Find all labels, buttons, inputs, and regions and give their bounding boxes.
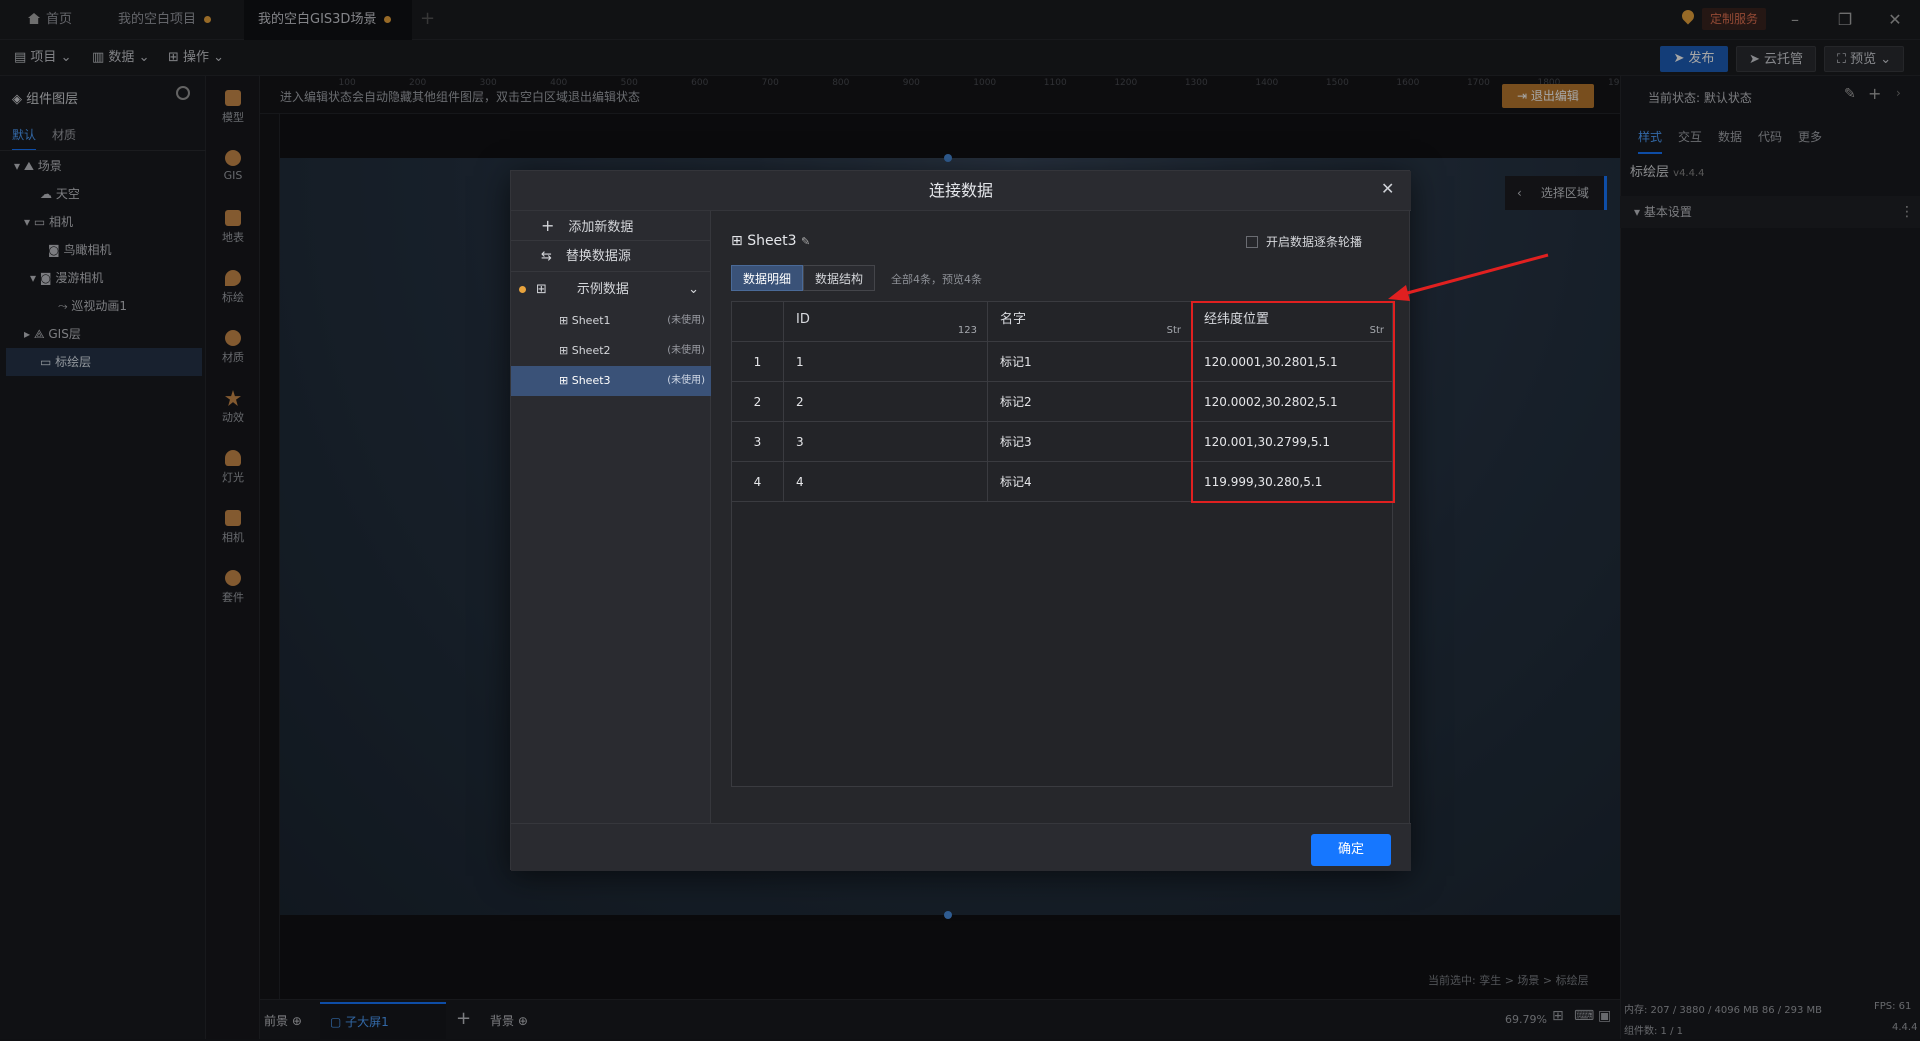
button-label: 替换数据源	[565, 249, 631, 264]
row-index: 3	[732, 422, 784, 462]
button-label: 添加新数据	[568, 220, 634, 235]
replace-data-source-button[interactable]: ⇆ 替换数据源	[511, 242, 711, 272]
confirm-button[interactable]: 确定	[1311, 834, 1391, 866]
dialog-footer	[511, 823, 1411, 871]
swap-icon: ⇆	[541, 249, 552, 264]
data-summary: 全部4条，预览4条	[891, 273, 982, 286]
checkbox[interactable]	[1246, 236, 1258, 248]
table-cell-name: 标记4	[988, 462, 1192, 502]
table-cell-id: 3	[784, 422, 988, 462]
row-index: 2	[732, 382, 784, 422]
table-icon: ⊞	[536, 282, 547, 297]
row-index: 1	[732, 342, 784, 382]
sheet-item[interactable]: ⊞ Sheet1 (未使用)	[511, 306, 711, 336]
column-header-name: 名字 Str	[988, 302, 1192, 342]
tab-data-structure[interactable]: 数据结构	[803, 265, 875, 291]
data-preview-table: ID 123 名字 Str 经纬度位置 Str 1 1 标记1 120.0001,30…	[731, 301, 1395, 787]
table-cell-id: 4	[784, 462, 988, 502]
table-cell-name: 标记2	[988, 382, 1192, 422]
status-dot	[519, 286, 526, 293]
sheet-status: (未使用)	[667, 375, 705, 386]
connect-data-dialog: 连接数据 ✕ + 添加新数据 ⇆ 替换数据源 ⊞ 示例数据 ⌄ ⊞ Sheet1 (未使用…	[510, 170, 1411, 871]
column-name: ID	[796, 312, 810, 327]
plus-icon: +	[541, 216, 555, 235]
table-cell-id: 1	[784, 342, 988, 382]
sheet-item-selected[interactable]: ⊞ Sheet3 (未使用)	[511, 366, 711, 396]
row-index: 4	[732, 462, 784, 502]
arrow-line	[1399, 253, 1549, 297]
table-cell-name: 标记1	[988, 342, 1192, 382]
carousel-toggle[interactable]: 开启数据逐条轮播	[1246, 233, 1362, 250]
table-icon: ⊞	[731, 233, 748, 249]
sheet-title-text: Sheet3	[747, 233, 797, 249]
close-icon[interactable]: ✕	[1381, 179, 1394, 198]
sheet-name: Sheet1	[571, 314, 611, 327]
highlight-box	[1191, 301, 1395, 503]
tab-data-detail[interactable]: 数据明细	[731, 265, 803, 291]
column-type: 123	[957, 325, 977, 336]
sheet-name: Sheet3	[571, 374, 611, 387]
row-index-header	[732, 302, 784, 342]
sheet-item[interactable]: ⊞ Sheet2 (未使用)	[511, 336, 711, 366]
table-cell-name: 标记3	[988, 422, 1192, 462]
data-group-example[interactable]: ⊞ 示例数据 ⌄	[511, 275, 711, 305]
group-label: 示例数据	[576, 282, 629, 297]
table-icon: ⊞	[559, 374, 572, 387]
column-header-id: ID 123	[784, 302, 988, 342]
table-icon: ⊞	[559, 344, 572, 357]
checkbox-label: 开启数据逐条轮播	[1266, 235, 1363, 249]
current-sheet-title: ⊞ Sheet3 ✎	[731, 233, 810, 249]
table-cell-id: 2	[784, 382, 988, 422]
column-name: 名字	[1000, 312, 1027, 327]
add-data-source-button[interactable]: + 添加新数据	[511, 211, 711, 241]
annotation-arrow	[1388, 253, 1549, 301]
dialog-title: 连接数据	[511, 171, 1411, 211]
edit-icon[interactable]: ✎	[801, 235, 810, 248]
sheet-status: (未使用)	[667, 345, 705, 356]
chevron-down-icon: ⌄	[688, 282, 699, 297]
sheet-name: Sheet2	[571, 344, 611, 357]
table-icon: ⊞	[559, 314, 572, 327]
sheet-status: (未使用)	[667, 315, 705, 326]
column-type: Str	[1166, 325, 1181, 336]
arrow-head	[1388, 285, 1410, 301]
